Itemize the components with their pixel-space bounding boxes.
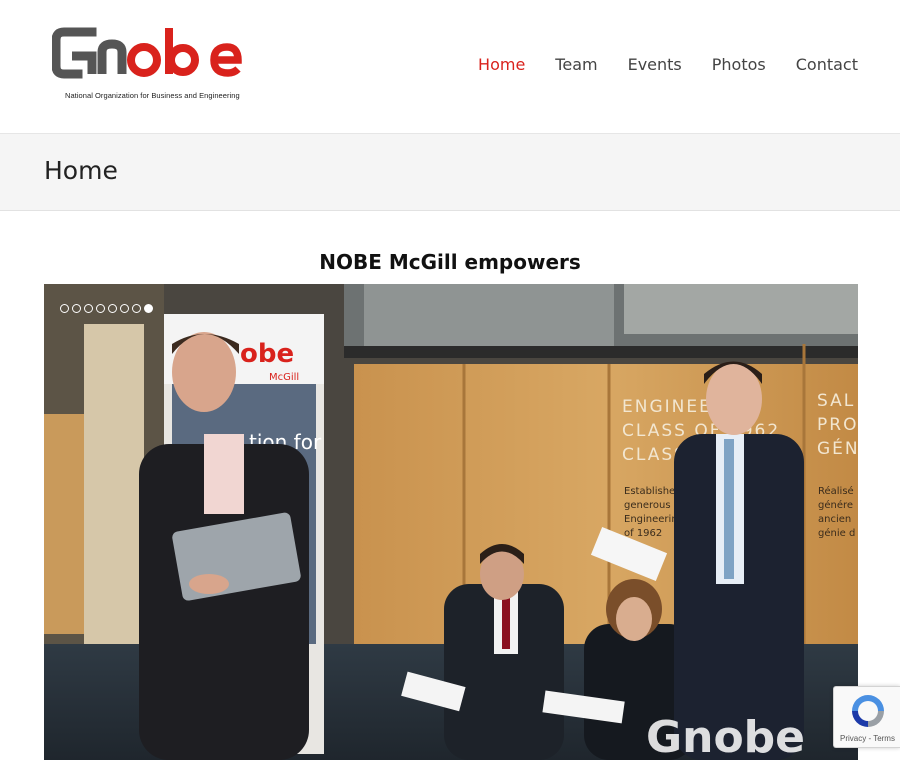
slide-photo: ENGINEERING CLASS OF 1962 CLASSROOM SAL … <box>44 284 858 760</box>
svg-text:Réalisé: Réalisé <box>818 485 854 497</box>
nobe-logo[interactable]: National Organization for Business and E… <box>51 22 282 106</box>
slider-dots <box>60 304 153 313</box>
slider-dot-7[interactable] <box>132 304 141 313</box>
svg-text:obe: obe <box>240 339 294 369</box>
svg-text:génére: génére <box>818 499 853 511</box>
slider-dot-3[interactable] <box>84 304 93 313</box>
recaptcha-badge[interactable]: Privacy - Terms <box>833 686 900 748</box>
svg-text:ancien: ancien <box>818 514 851 525</box>
recaptcha-links[interactable]: Privacy - Terms <box>840 734 895 743</box>
svg-text:of 1962: of 1962 <box>624 528 662 539</box>
nav-home[interactable]: Home <box>478 54 525 76</box>
page-title-bar: Home <box>0 134 900 211</box>
slider-dot-1[interactable] <box>60 304 69 313</box>
slider-dot-4[interactable] <box>96 304 105 313</box>
slide-watermark: Gnobe <box>646 712 805 760</box>
main-nav: Home Team Events Photos Contact <box>478 54 858 76</box>
svg-text:McGill: McGill <box>269 372 299 383</box>
logo-tagline: National Organization for Business and E… <box>65 91 240 100</box>
wall-sign-fr3: GÉN <box>817 437 858 459</box>
nobe-logo-mark <box>51 27 242 79</box>
page-title: Home <box>44 156 118 185</box>
nav-events[interactable]: Events <box>628 54 682 76</box>
wall-sign-fr1: SAL <box>817 391 855 411</box>
wall-sign-fr2: PRO <box>817 415 858 435</box>
slider-dot-8[interactable] <box>144 304 153 313</box>
site-header: National Organization for Business and E… <box>0 0 900 134</box>
slider-dot-5[interactable] <box>108 304 117 313</box>
nav-photos[interactable]: Photos <box>712 54 766 76</box>
slider-dot-6[interactable] <box>120 304 129 313</box>
nav-contact[interactable]: Contact <box>796 54 858 76</box>
recaptcha-icon <box>852 695 884 727</box>
image-slider[interactable]: ENGINEERING CLASS OF 1962 CLASSROOM SAL … <box>44 284 858 760</box>
slider-heading: NOBE McGill empowers <box>319 250 581 274</box>
svg-text:génie d: génie d <box>818 527 855 539</box>
slider-dot-2[interactable] <box>72 304 81 313</box>
nav-team[interactable]: Team <box>555 54 597 76</box>
